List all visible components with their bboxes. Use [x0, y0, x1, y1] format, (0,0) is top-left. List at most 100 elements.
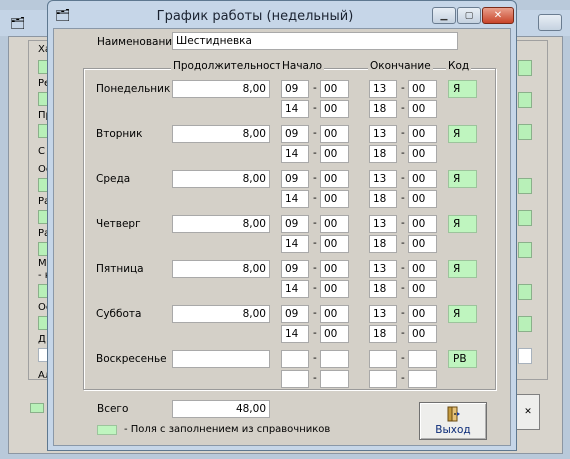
end-minute-input[interactable]: [408, 350, 437, 368]
bg-label-8: М: [38, 258, 47, 269]
duration-input[interactable]: 8,00: [172, 215, 270, 233]
end-minute-input[interactable]: 00: [408, 145, 437, 163]
start-hour-input[interactable]: 09: [281, 80, 309, 98]
time-separator: -: [401, 352, 405, 364]
end-hour-input[interactable]: [369, 370, 397, 388]
start-hour-input[interactable]: 14: [281, 100, 309, 118]
time-separator: -: [313, 217, 317, 229]
start-hour-input[interactable]: 09: [281, 215, 309, 233]
end-minute-input[interactable]: [408, 370, 437, 388]
end-hour-input[interactable]: 18: [369, 280, 397, 298]
start-minute-input[interactable]: 00: [320, 125, 349, 143]
header-end: Окончание: [368, 60, 433, 72]
time-separator: -: [313, 307, 317, 319]
end-hour-input[interactable]: 18: [369, 145, 397, 163]
end-hour-input[interactable]: 13: [369, 260, 397, 278]
start-minute-input[interactable]: 00: [320, 305, 349, 323]
end-minute-input[interactable]: 00: [408, 305, 437, 323]
end-hour-input[interactable]: 18: [369, 100, 397, 118]
day-label: Пятница: [96, 263, 144, 275]
end-minute-input[interactable]: 00: [408, 125, 437, 143]
end-minute-input[interactable]: 00: [408, 280, 437, 298]
end-minute-input[interactable]: 00: [408, 170, 437, 188]
end-hour-input[interactable]: 13: [369, 170, 397, 188]
day-code-field[interactable]: РВ: [448, 350, 477, 368]
start-minute-input[interactable]: 00: [320, 215, 349, 233]
start-hour-input[interactable]: 14: [281, 190, 309, 208]
day-code-field[interactable]: Я: [448, 260, 477, 278]
end-minute-input[interactable]: 00: [408, 325, 437, 343]
time-separator: -: [401, 102, 405, 114]
start-hour-input[interactable]: 14: [281, 325, 309, 343]
duration-input[interactable]: 8,00: [172, 80, 270, 98]
start-hour-input[interactable]: 14: [281, 235, 309, 253]
time-separator: -: [401, 192, 405, 204]
bg-label-11: Д: [38, 334, 46, 345]
time-separator: -: [401, 147, 405, 159]
legend-text: - Поля с заполнением из справочников: [124, 424, 331, 435]
time-separator: -: [313, 327, 317, 339]
duration-input[interactable]: 8,00: [172, 170, 270, 188]
end-minute-input[interactable]: 00: [408, 80, 437, 98]
time-separator: -: [313, 172, 317, 184]
start-hour-input[interactable]: 09: [281, 170, 309, 188]
end-hour-input[interactable]: 18: [369, 235, 397, 253]
time-separator: -: [401, 82, 405, 94]
bg-right-field: [518, 60, 532, 76]
name-input[interactable]: Шестидневка: [172, 32, 458, 50]
end-hour-input[interactable]: 13: [369, 80, 397, 98]
start-minute-input[interactable]: 00: [320, 190, 349, 208]
start-minute-input[interactable]: [320, 370, 349, 388]
bg-close-icon[interactable]: ✕: [516, 394, 540, 430]
duration-input[interactable]: 8,00: [172, 305, 270, 323]
start-minute-input[interactable]: 00: [320, 80, 349, 98]
name-label: Наименование: [97, 36, 179, 48]
day-code-field[interactable]: Я: [448, 170, 477, 188]
start-minute-input[interactable]: 00: [320, 235, 349, 253]
end-hour-input[interactable]: 13: [369, 125, 397, 143]
end-hour-input[interactable]: 18: [369, 190, 397, 208]
end-minute-input[interactable]: 00: [408, 190, 437, 208]
start-hour-input[interactable]: [281, 370, 309, 388]
day-code-field[interactable]: Я: [448, 125, 477, 143]
start-hour-input[interactable]: 14: [281, 280, 309, 298]
day-code-field[interactable]: Я: [448, 215, 477, 233]
maximize-button[interactable]: ▢: [457, 7, 481, 24]
start-minute-input[interactable]: 00: [320, 260, 349, 278]
end-hour-input[interactable]: 18: [369, 325, 397, 343]
start-minute-input[interactable]: 00: [320, 280, 349, 298]
start-minute-input[interactable]: 00: [320, 325, 349, 343]
header-code: Код: [446, 60, 472, 72]
end-hour-input[interactable]: 13: [369, 305, 397, 323]
start-hour-input[interactable]: 14: [281, 145, 309, 163]
duration-input[interactable]: 8,00: [172, 260, 270, 278]
day-code-field[interactable]: Я: [448, 80, 477, 98]
end-hour-input[interactable]: 13: [369, 215, 397, 233]
start-hour-input[interactable]: [281, 350, 309, 368]
duration-input[interactable]: [172, 350, 270, 368]
bg-legend-swatch: [30, 403, 44, 413]
exit-button[interactable]: Выход: [419, 402, 487, 440]
end-minute-input[interactable]: 00: [408, 235, 437, 253]
start-minute-input[interactable]: 00: [320, 170, 349, 188]
start-minute-input[interactable]: 00: [320, 145, 349, 163]
time-separator: -: [313, 82, 317, 94]
duration-input[interactable]: 8,00: [172, 125, 270, 143]
end-hour-input[interactable]: [369, 350, 397, 368]
start-minute-input[interactable]: 00: [320, 100, 349, 118]
time-separator: -: [313, 147, 317, 159]
bg-label-4: С: [38, 146, 45, 157]
start-hour-input[interactable]: 09: [281, 260, 309, 278]
background-window-button[interactable]: [538, 14, 562, 31]
end-minute-input[interactable]: 00: [408, 100, 437, 118]
day-label: Среда: [96, 173, 131, 185]
end-minute-input[interactable]: 00: [408, 215, 437, 233]
start-minute-input[interactable]: [320, 350, 349, 368]
day-code-field[interactable]: Я: [448, 305, 477, 323]
start-hour-input[interactable]: 09: [281, 305, 309, 323]
end-minute-input[interactable]: 00: [408, 260, 437, 278]
start-hour-input[interactable]: 09: [281, 125, 309, 143]
bg-right-field: [518, 178, 532, 194]
close-button[interactable]: ✕: [482, 7, 514, 24]
minimize-button[interactable]: ▁: [432, 7, 456, 24]
